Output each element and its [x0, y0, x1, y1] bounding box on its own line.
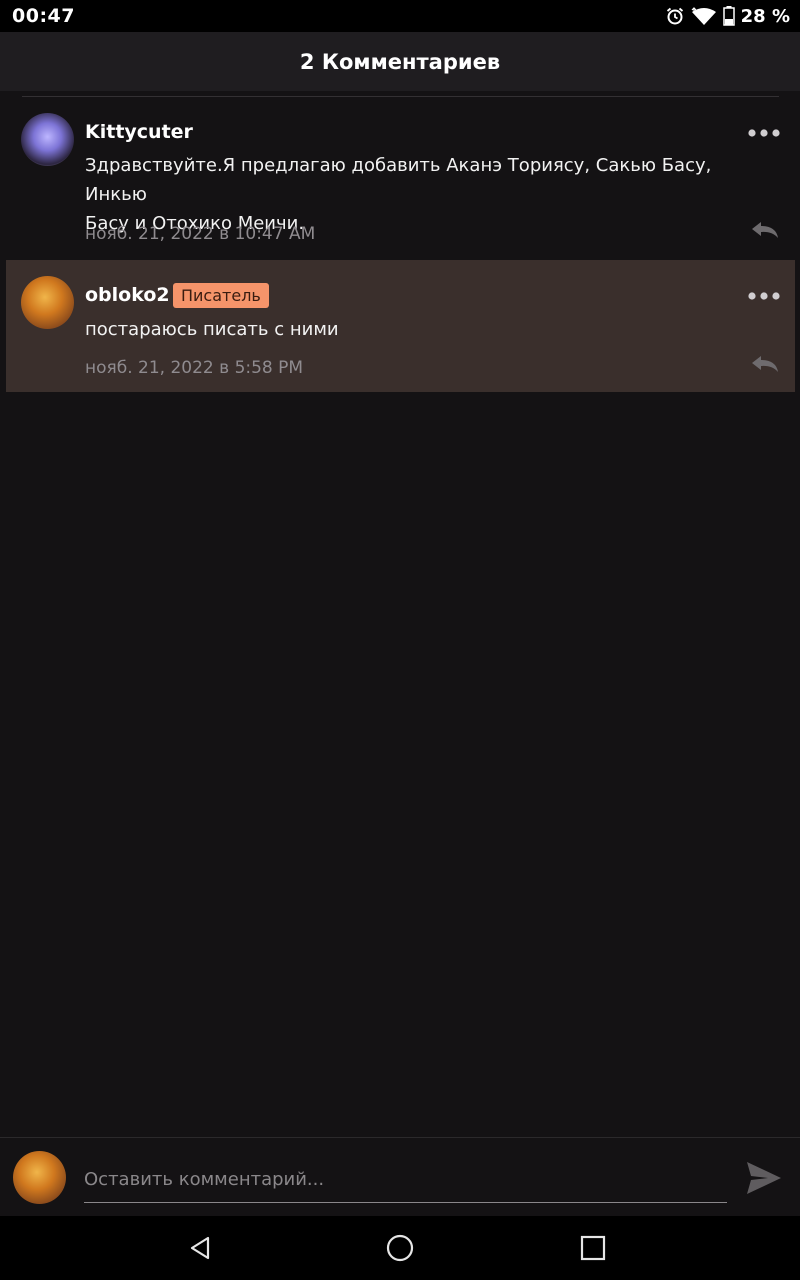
back-icon[interactable] [187, 1234, 215, 1262]
comment-text: постараюсь писать с ними [85, 319, 339, 340]
status-time: 00:47 [12, 5, 75, 27]
comment-username[interactable]: obloko2 [85, 284, 170, 306]
comment-username[interactable]: Kittycuter [85, 121, 193, 143]
send-icon[interactable] [744, 1158, 784, 1198]
divider [22, 96, 779, 97]
comments-header: 2 Комментариев [0, 32, 800, 91]
comment-timestamp: нояб. 21, 2022 в 10:47 AM [85, 224, 316, 244]
comment-timestamp: нояб. 21, 2022 в 5:58 PM [85, 358, 304, 378]
comment-input-bar [0, 1137, 800, 1217]
avatar[interactable] [21, 113, 74, 166]
user-avatar [13, 1151, 66, 1204]
reply-icon[interactable] [750, 354, 780, 374]
home-icon[interactable] [386, 1234, 414, 1262]
battery-icon [722, 6, 735, 26]
recents-icon[interactable] [579, 1234, 607, 1262]
page-title: 2 Комментариев [299, 49, 501, 74]
wifi-icon [691, 7, 716, 25]
system-nav-bar [0, 1216, 800, 1280]
more-options-icon[interactable] [747, 127, 781, 139]
more-options-icon[interactable] [747, 290, 781, 302]
alarm-icon [666, 7, 683, 25]
status-icons: 28 % [665, 5, 790, 27]
comment-text-line: Здравствуйте.Я предлагаю добавить Аканэ … [85, 155, 712, 205]
reply-icon[interactable] [750, 220, 780, 240]
battery-text: 28 % [740, 5, 790, 27]
comment-item[interactable]: obloko2 Писатель постараюсь писать с ним… [6, 260, 795, 392]
avatar[interactable] [21, 276, 74, 329]
status-bar: 00:47 28 % [0, 0, 800, 32]
role-badge: Писатель [173, 283, 269, 308]
comment-input[interactable] [84, 1156, 727, 1203]
comment-item[interactable]: Kittycuter Здравствуйте.Я предлагаю доба… [0, 98, 800, 258]
